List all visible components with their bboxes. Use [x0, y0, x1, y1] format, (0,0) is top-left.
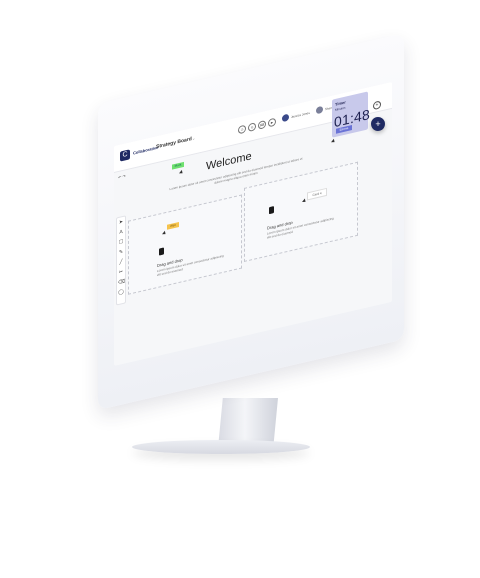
cursor-icon	[302, 198, 307, 204]
pointer-icon[interactable]: ➤	[118, 219, 124, 226]
sticky-note-yellow[interactable]: Alex	[167, 221, 179, 230]
avatar[interactable]	[316, 105, 323, 115]
drop-zone-1[interactable]: Alex Drag and drop Lorem ipsum dolor sit…	[128, 194, 242, 295]
sticky-note-green[interactable]: Mark	[172, 161, 184, 170]
add-button[interactable]: +	[371, 117, 385, 131]
pen-icon[interactable]: ✎	[118, 249, 124, 256]
cursor-icon	[331, 138, 336, 144]
apple-logo-icon	[224, 366, 242, 386]
chevron-down-icon[interactable]: ⌄	[192, 135, 195, 141]
rectangle-icon[interactable]: ☐	[118, 239, 124, 246]
undo-redo-controls[interactable]: ↶ ↷	[118, 173, 126, 180]
sticky-note-white[interactable]: Card 4	[307, 187, 327, 201]
drag-icon	[269, 206, 274, 215]
eraser-icon[interactable]: ⌫	[118, 278, 125, 286]
side-toolbar: ➤ A ☐ ✎ ╱ ✂ ⌫ ◯	[116, 215, 126, 306]
cursor-icon	[162, 230, 167, 236]
circle-icon[interactable]: ◯	[118, 289, 124, 296]
drag-icon	[159, 247, 164, 256]
keyboard-icon[interactable]: ⌨	[258, 119, 266, 130]
avatar[interactable]	[282, 113, 289, 123]
board-title[interactable]: Strategy Board	[156, 136, 192, 150]
drop-zone-2[interactable]: Card 4 Drag and drop Lorem ipsum dolor s…	[244, 161, 358, 262]
timer-add-button[interactable]: +	[373, 100, 381, 111]
logo-text: Collaborative	[133, 144, 159, 156]
video-icon[interactable]: ▶	[268, 117, 276, 128]
cursor-icon	[179, 169, 184, 175]
target-icon[interactable]: ◎	[248, 122, 256, 133]
clock-icon[interactable]: ◷	[238, 124, 246, 135]
scissors-icon[interactable]: ✂	[118, 269, 124, 276]
stand-base	[132, 440, 310, 454]
line-icon[interactable]: ╱	[118, 259, 124, 266]
logo-icon[interactable]: C	[120, 149, 130, 162]
user-name: Jessica Jones	[291, 110, 310, 120]
text-icon[interactable]: A	[118, 229, 124, 236]
imac-device: C Collaborative Strategy Board ⌄ ◷ ◎ ⌨ ▶…	[0, 0, 480, 578]
